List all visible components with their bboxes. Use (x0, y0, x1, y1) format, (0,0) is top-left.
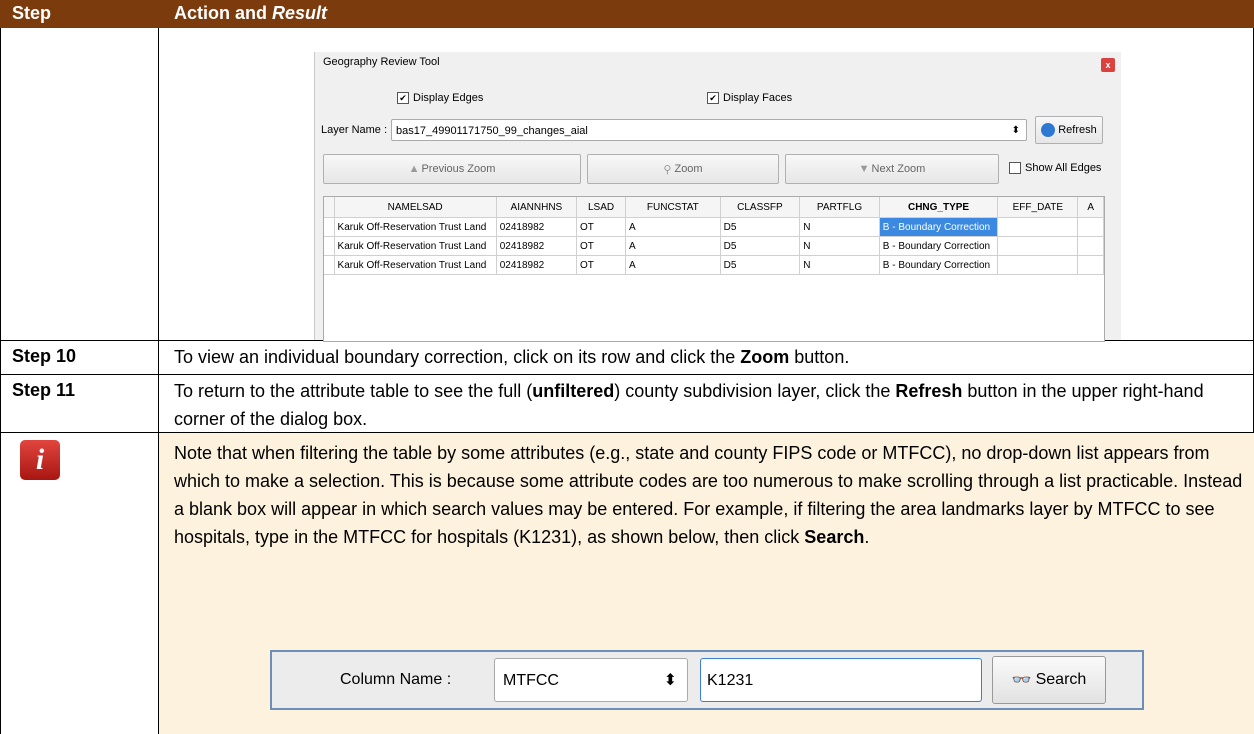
previous-zoom-button[interactable]: ▲ Previous Zoom (323, 154, 581, 184)
table-row[interactable]: Karuk Off-Reservation Trust Land 02418982… (324, 217, 1104, 237)
spinner-icon: ⬍ (663, 672, 677, 689)
refresh-button[interactable]: Refresh (1035, 116, 1103, 144)
triangle-up-icon: ▲ (408, 163, 420, 175)
zoom-button[interactable]: ⚲ Zoom (587, 154, 779, 184)
table-header-row: NAMELSAD AIANNHNS LSAD FUNCSTAT CLASSFP … (324, 197, 1104, 218)
geography-review-dialog: Geography Review Tool x ✔ Display Edges ✔… (314, 52, 1121, 342)
layer-name-label: Layer Name : (321, 124, 388, 136)
note-text: Note that when filtering the table by so… (174, 443, 1243, 547)
step10-label: Step 10 (12, 346, 77, 366)
attribute-table: NAMELSAD AIANNHNS LSAD FUNCSTAT CLASSFP … (323, 196, 1105, 342)
triangle-down-icon: ▼ (858, 163, 870, 175)
display-edges-checkbox[interactable]: ✔ Display Edges (397, 92, 483, 104)
step10-text: To view an individual boundary correctio… (174, 347, 850, 367)
step11-label: Step 11 (12, 380, 76, 400)
layer-name-select[interactable]: bas17_49901171750_99_changes_aial ⬍ (391, 119, 1027, 141)
display-faces-checkbox[interactable]: ✔ Display Faces (707, 92, 792, 104)
search-bar: Column Name : MTFCC ⬍ K1231 👓 Search (270, 650, 1144, 710)
refresh-icon (1041, 123, 1056, 137)
step11-text: To return to the attribute table to see … (174, 381, 1204, 429)
header-step: Step (12, 3, 52, 23)
next-zoom-button[interactable]: ▼ Next Zoom (785, 154, 999, 184)
magnifier-icon: ⚲ (663, 163, 672, 176)
step-table: Step Action and Result Geography Review … (0, 0, 1254, 734)
column-name-select[interactable]: MTFCC ⬍ (494, 658, 688, 702)
dialog-title: Geography Review Tool (323, 56, 440, 68)
table-header: Step Action and Result (0, 0, 1254, 28)
column-name-label: Column Name : (340, 671, 452, 688)
header-action: Action and Result (174, 3, 328, 23)
search-input[interactable]: K1231 (700, 658, 982, 702)
search-button[interactable]: 👓 Search (992, 656, 1106, 704)
close-button[interactable]: x (1101, 58, 1115, 72)
table-row[interactable]: Karuk Off-Reservation Trust Land 02418982… (324, 255, 1104, 275)
spinner-icon: ⬍ (1011, 125, 1020, 136)
table-row[interactable]: Karuk Off-Reservation Trust Land 02418982… (324, 236, 1104, 256)
info-icon: i (20, 440, 60, 480)
show-all-edges-checkbox[interactable]: Show All Edges (1009, 162, 1101, 174)
binoculars-icon: 👓 (1011, 672, 1032, 689)
